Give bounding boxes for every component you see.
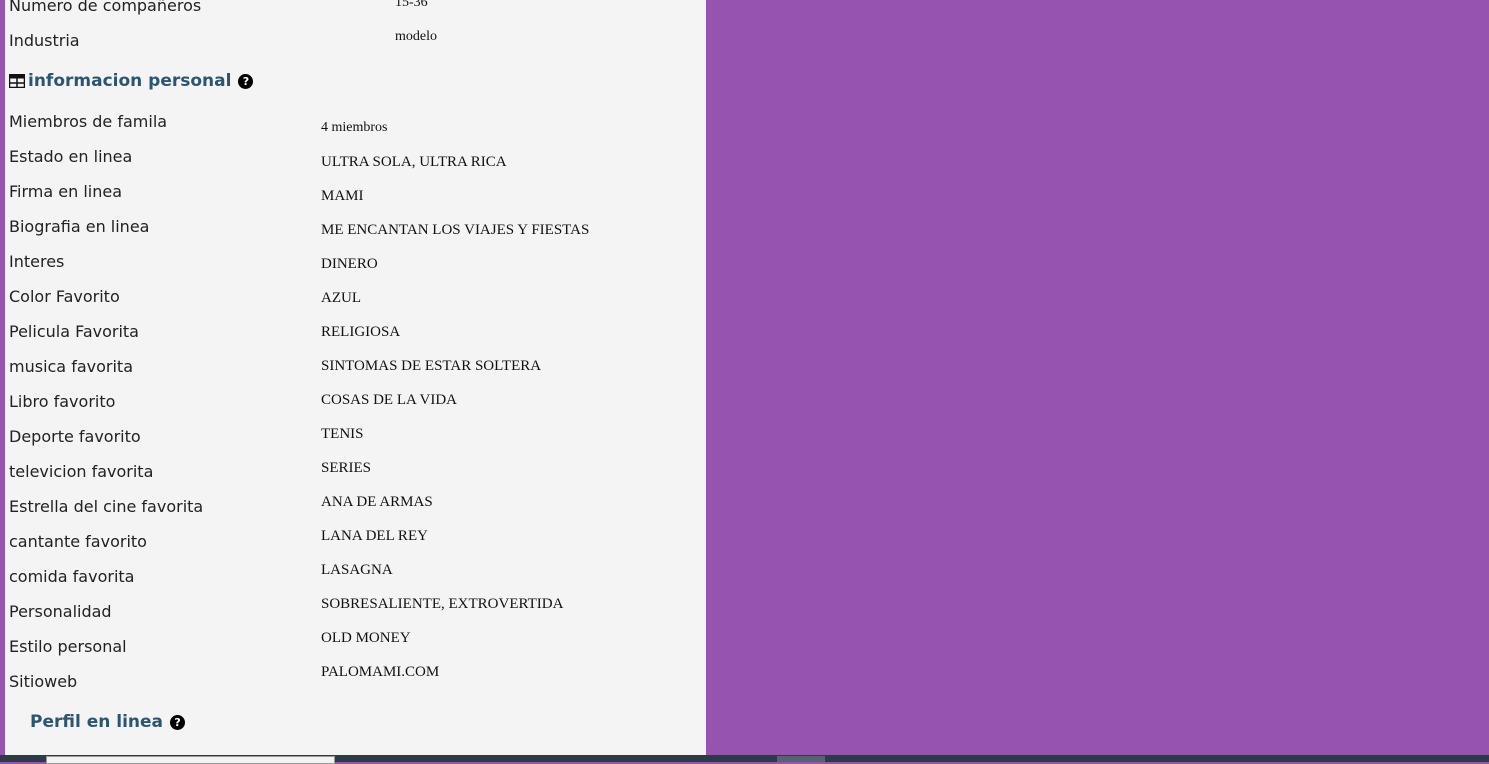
row-label-sport: Deporte favorito [9,427,141,446]
company-size-value: 15-36 [395,0,428,10]
row-label-style: Estilo personal [9,637,127,656]
row-value-website: PALOMAMI.COM [321,664,440,680]
row-value-color: AZUL [321,290,361,306]
row-value-style: OLD MONEY [321,630,411,646]
row-label-website: Sitioweb [9,672,78,691]
row-value-status: ULTRA SOLA, ULTRA RICA [321,154,507,170]
row-label-book: Libro favorito [9,392,116,411]
row-value-book: COSAS DE LA VIDA [321,392,457,408]
row-label-personality: Personalidad [9,602,112,621]
row-value-family: 4 miembros [321,120,388,135]
row-value-singer: LANA DEL REY [321,528,428,544]
industry-label: Industria [9,31,80,50]
personal-info-header: informacion personal ? [9,71,254,91]
row-label-signature: Firma en linea [9,182,123,201]
row-value-personality: SOBRESALIENTE, EXTROVERTIDA [321,596,564,612]
row-value-movie: RELIGIOSA [321,324,401,340]
row-label-interest: Interes [9,252,65,271]
row-label-color: Color Favorito [9,287,120,306]
row-value-tv: SERIES [321,460,372,476]
row-value-sport: TENIS [321,426,364,442]
row-label-singer: cantante favorito [9,532,147,551]
taskbar-app-button[interactable] [777,756,825,762]
question-circle-icon[interactable]: ? [170,714,186,730]
row-value-movie-star: ANA DE ARMAS [321,494,433,510]
company-size-label: Numero de compañeros [9,0,202,15]
row-label-tv: televicion favorita [9,462,154,481]
question-circle-icon[interactable]: ? [238,73,254,89]
online-profile-title: Perfil en linea [30,712,164,732]
row-label-food: comida favorita [9,567,135,586]
row-label-bio: Biografia en linea [9,217,150,236]
row-label-movie: Pelicula Favorita [9,322,139,341]
row-value-music: SINTOMAS DE ESTAR SOLTERA [321,358,542,374]
online-profile-header: Perfil en linea ? [30,712,186,732]
row-label-family: Miembros de famila [9,112,168,131]
industry-value: modelo [395,29,437,44]
personal-info-title: informacion personal [28,71,232,91]
table-icon [9,74,25,88]
row-value-interest: DINERO [321,256,378,272]
row-label-movie-star: Estrella del cine favorita [9,497,204,516]
profile-panel: Numero de compañeros 15-36 Industria mod… [5,0,706,755]
row-value-signature: MAMI [321,188,364,204]
row-value-food: LASAGNA [321,562,393,578]
row-label-music: musica favorita [9,357,133,376]
taskbar-search-input[interactable] [46,756,335,764]
row-value-bio: ME ENCANTAN LOS VIAJES Y FIESTAS [321,222,590,238]
row-label-status: Estado en linea [9,147,133,166]
